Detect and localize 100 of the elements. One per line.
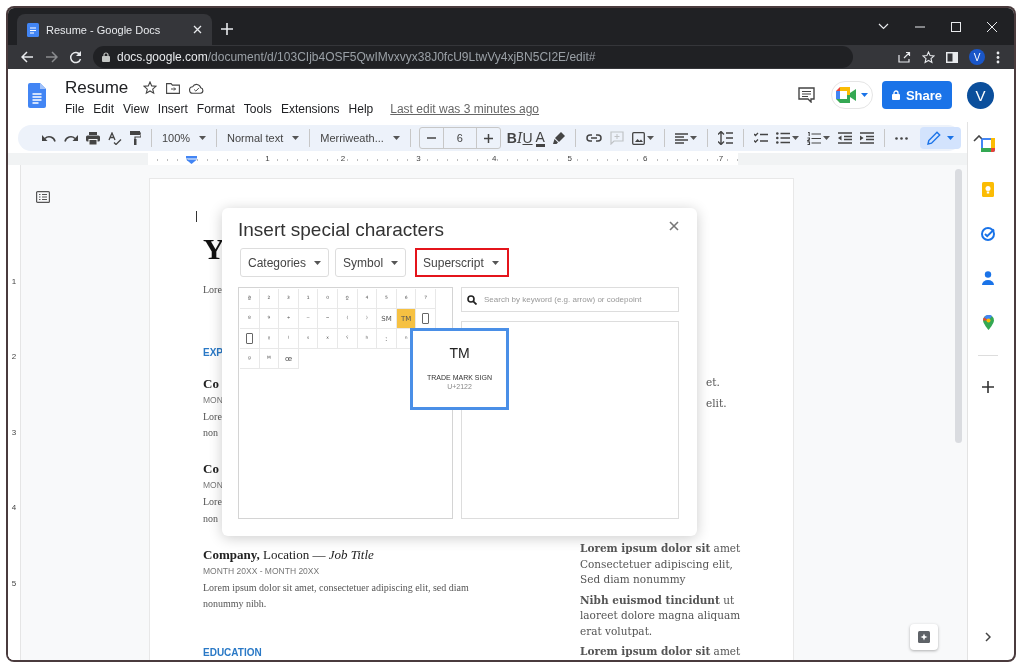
format-button[interactable]: A xyxy=(535,129,545,147)
text-cursor xyxy=(196,211,197,222)
share-button[interactable]: Share xyxy=(882,81,952,109)
numbered-list-icon[interactable] xyxy=(806,131,821,145)
chevron-down-icon[interactable] xyxy=(878,23,889,30)
format-button[interactable]: U xyxy=(522,130,533,146)
lock-icon xyxy=(102,52,110,62)
map-pin-icon[interactable] xyxy=(982,315,994,330)
url-host: docs.google.com xyxy=(117,50,208,64)
date-line: MON xyxy=(203,479,223,493)
reload-icon[interactable] xyxy=(69,50,82,64)
section-heading: EXP xyxy=(203,345,223,360)
indent-marker-icon[interactable] xyxy=(186,156,197,164)
document-title[interactable]: Resume xyxy=(65,78,129,98)
browser-tab[interactable]: Resume - Google Docs xyxy=(17,14,212,45)
video-camera-icon xyxy=(836,87,858,103)
docs-logo-icon[interactable] xyxy=(28,82,46,108)
outline-icon[interactable] xyxy=(36,191,50,203)
line-spacing-icon[interactable] xyxy=(717,131,733,145)
caret-icon xyxy=(392,136,400,140)
align-left-icon[interactable] xyxy=(674,132,688,144)
folder-icon[interactable] xyxy=(166,82,181,94)
link-icon[interactable] xyxy=(585,134,602,142)
menu-item[interactable]: Insert xyxy=(157,102,188,116)
last-edit-link[interactable]: Last edit was 3 minutes ago xyxy=(390,102,540,116)
job-heading: Company, Location — Job Title xyxy=(203,545,374,563)
menu-icon[interactable] xyxy=(996,50,1000,64)
minus-icon[interactable] xyxy=(426,137,436,139)
redo-icon[interactable] xyxy=(64,134,78,142)
highlighter-icon[interactable] xyxy=(551,131,565,145)
checklist-icon[interactable] xyxy=(753,132,768,144)
body-text: Lore xyxy=(203,409,222,424)
menu-item[interactable]: Help xyxy=(348,102,374,116)
preview-glyph: TM xyxy=(449,345,470,361)
star-icon[interactable] xyxy=(143,81,158,95)
menu-item[interactable]: Edit xyxy=(93,102,115,116)
comment-icon[interactable] xyxy=(798,87,815,103)
profile-avatar[interactable]: V xyxy=(969,49,985,65)
maximize-icon[interactable] xyxy=(951,21,961,32)
format-button[interactable]: I xyxy=(516,130,523,146)
font-dropdown[interactable]: Merriweath... xyxy=(316,132,404,144)
side-panel-icon[interactable] xyxy=(946,51,958,63)
category-dropdown[interactable]: Symbol xyxy=(335,248,407,277)
increase-indent-icon[interactable] xyxy=(859,132,874,144)
search-field[interactable]: Search by keyword (e.g. arrow) or codepoint xyxy=(461,287,679,312)
category-dropdown[interactable]: Categories xyxy=(240,248,330,277)
new-tab-icon[interactable] xyxy=(221,23,233,35)
undo-icon[interactable] xyxy=(42,134,56,142)
editing-mode-button[interactable] xyxy=(919,127,961,149)
spellcheck-icon[interactable] xyxy=(108,131,122,145)
share-icon[interactable] xyxy=(898,51,911,63)
job-heading: Co xyxy=(203,460,219,478)
caret-icon xyxy=(946,136,954,140)
document-heading: Y xyxy=(203,231,225,267)
chevron-right-icon[interactable] xyxy=(985,632,991,642)
body-text: et. xyxy=(705,375,721,390)
paragraph: Nibh euismod tincidunt ut laoreet dolore magna aliquam erat volutpat. xyxy=(580,592,741,639)
plus-icon[interactable] xyxy=(483,133,493,143)
caret-icon[interactable] xyxy=(646,136,654,140)
category-dropdown[interactable]: Superscript xyxy=(415,248,509,277)
menu-item[interactable]: File xyxy=(65,102,85,116)
document-icon xyxy=(27,22,39,37)
body-text: nonummy nibh. xyxy=(203,597,267,612)
decrease-indent-icon[interactable] xyxy=(837,132,852,144)
style-dropdown[interactable]: Normal text xyxy=(223,132,304,144)
menu-item[interactable]: Format xyxy=(196,102,235,116)
user-avatar[interactable]: V xyxy=(967,81,994,109)
forward-arrow-icon[interactable] xyxy=(45,51,58,63)
zoom-dropdown[interactable]: 100% xyxy=(158,132,210,144)
explore-button[interactable] xyxy=(910,624,938,650)
body-text: Lore xyxy=(203,283,222,297)
paint-roller-icon[interactable] xyxy=(130,131,141,145)
caret-icon[interactable] xyxy=(822,136,830,140)
caret-icon xyxy=(199,136,206,140)
print-icon[interactable] xyxy=(86,131,100,145)
person-icon[interactable] xyxy=(982,271,994,285)
back-arrow-icon[interactable] xyxy=(21,51,34,63)
chevron-up-icon[interactable] xyxy=(972,134,985,142)
plus-icon[interactable] xyxy=(982,381,994,393)
menu-item[interactable]: Extensions xyxy=(280,102,340,116)
cloud-icon[interactable] xyxy=(189,82,205,94)
image-icon[interactable] xyxy=(631,131,645,145)
bulleted-list-icon[interactable] xyxy=(775,132,790,144)
dialog-title: Insert special characters xyxy=(238,219,444,241)
caret-icon[interactable] xyxy=(689,136,697,140)
more-icon[interactable] xyxy=(894,136,908,140)
body-text: non xyxy=(203,511,218,526)
format-button[interactable]: B xyxy=(506,130,517,146)
minimize-icon[interactable] xyxy=(915,25,925,28)
address-bar[interactable]: docs.google.com/document/d/103CIjb4OSF5QwIMvxvyx38J0fcU9LtwVy4xjBN5CI2E/edit# xyxy=(93,46,853,68)
menu-item[interactable]: Tools xyxy=(243,102,272,116)
menu-item[interactable]: View xyxy=(123,102,149,116)
search-icon xyxy=(467,294,477,305)
caret-icon[interactable] xyxy=(791,136,799,140)
tasks-icon[interactable] xyxy=(981,227,995,241)
scrollbar-thumb[interactable] xyxy=(955,169,962,443)
caret-icon xyxy=(314,260,322,265)
calendar-icon[interactable] xyxy=(981,138,995,152)
missing-glyph-cell[interactable] xyxy=(240,329,260,349)
sparkle-icon xyxy=(918,631,930,643)
